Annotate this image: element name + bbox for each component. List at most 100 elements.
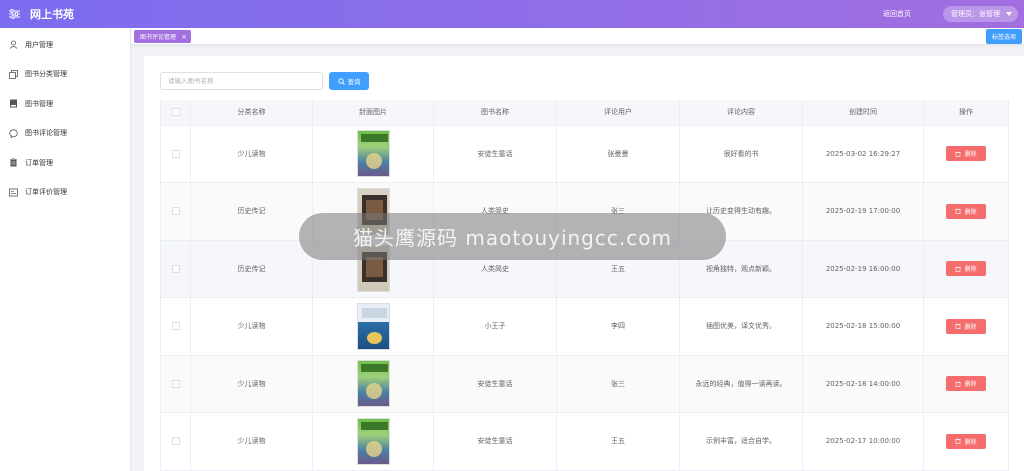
time-cell: 2025-02-18 15:00:00 <box>802 297 924 356</box>
column-header: 封面图片 <box>312 100 434 126</box>
comments-table: 分类名称 封面图片 图书名称 评论用户 评论内容 创建时间 操作 少儿读物 安徒… <box>160 100 1009 471</box>
column-header: 评论用户 <box>556 100 680 126</box>
sidebar-item-order-reviews[interactable]: 订单评价管理 <box>0 178 130 208</box>
table-row: 少儿读物 安徒生童话 王五 示例丰富，适合自学。 2025-02-17 10:0… <box>160 412 1009 471</box>
tab-book-comments[interactable]: 图书评论管理 × <box>134 30 191 43</box>
watermark-overlay: 猫头鹰源码 maotouyingcc.com <box>299 213 726 260</box>
search-icon <box>337 77 345 85</box>
admin-dropdown[interactable]: 管理员：张管理 <box>943 6 1018 22</box>
book-icon <box>8 99 18 109</box>
delete-button[interactable]: 删除 <box>946 261 986 277</box>
content-cell: 很好看的书 <box>679 125 803 183</box>
delete-label: 删除 <box>964 438 977 446</box>
book-name-cell: 安徒生童话 <box>433 355 557 413</box>
chat-bubble-icon <box>8 128 18 138</box>
delete-button[interactable]: 删除 <box>946 203 986 219</box>
caret-down-icon <box>1006 12 1012 16</box>
row-checkbox[interactable] <box>171 207 180 216</box>
table-row: 少儿读物 安徒生童话 张曼曼 很好看的书 2025-03-02 16:29:27… <box>160 125 1009 183</box>
book-name-cell: 安徒生童话 <box>433 412 557 471</box>
row-checkbox[interactable] <box>171 264 180 273</box>
book-cover-image <box>356 360 390 408</box>
delete-button[interactable]: 删除 <box>946 318 986 334</box>
close-icon[interactable]: × <box>181 33 187 41</box>
category-cell: 少儿读物 <box>190 355 313 413</box>
column-header: 分类名称 <box>190 100 313 126</box>
content-cell: 示例丰富，适合自学。 <box>679 412 803 471</box>
delete-label: 删除 <box>964 323 977 331</box>
sidebar-item-book-categories[interactable]: 图书分类管理 <box>0 60 130 90</box>
book-cover-image <box>356 417 390 465</box>
category-cell: 少儿读物 <box>190 125 313 183</box>
time-cell: 2025-03-02 16:29:27 <box>802 125 924 183</box>
time-cell: 2025-02-18 14:00:00 <box>802 355 924 413</box>
sidebar-item-book-comments[interactable]: 图书评论管理 <box>0 119 130 149</box>
time-cell: 2025-02-17 10:00:00 <box>802 412 924 471</box>
category-cell: 少儿读物 <box>190 297 313 356</box>
search-button-label: 查询 <box>347 78 361 86</box>
sidebar: 用户管理 图书分类管理 图书管理 图书评论管理 订单管理 订单评价管理 <box>0 28 131 471</box>
select-all-cell[interactable] <box>160 100 191 126</box>
time-cell: 2025-02-19 17:00:00 <box>802 182 924 241</box>
category-cell: 少儿读物 <box>190 412 313 471</box>
brand-title: 网上书苑 <box>30 8 74 21</box>
table-header-row: 分类名称 封面图片 图书名称 评论用户 评论内容 创建时间 操作 <box>160 100 1009 126</box>
user-cell: 李四 <box>556 297 680 356</box>
trash-icon <box>955 324 962 330</box>
user-icon <box>8 40 18 50</box>
trash-icon <box>955 209 962 215</box>
search-input[interactable] <box>160 72 323 90</box>
trash-icon <box>955 151 962 157</box>
row-checkbox[interactable] <box>171 379 180 388</box>
delete-label: 删除 <box>964 208 977 216</box>
menu-toggle-button[interactable] <box>0 0 28 28</box>
user-cell: 王五 <box>556 412 680 471</box>
user-cell: 张曼曼 <box>556 125 680 183</box>
trash-icon <box>955 266 962 272</box>
sidebar-item-label: 图书管理 <box>25 99 53 108</box>
sidebar-item-orders[interactable]: 订单管理 <box>0 148 130 178</box>
user-cell: 张三 <box>556 355 680 413</box>
delete-button[interactable]: 删除 <box>946 146 986 162</box>
home-link[interactable]: 返回首页 <box>883 9 911 19</box>
column-header: 操作 <box>923 100 1009 126</box>
sidebar-item-label: 图书分类管理 <box>25 70 67 79</box>
delete-label: 删除 <box>964 266 977 274</box>
content-cell: 插图优美，译文优秀。 <box>679 297 803 356</box>
column-header: 创建时间 <box>802 100 924 126</box>
sidebar-item-books[interactable]: 图书管理 <box>0 89 130 119</box>
content-cell: 永远的经典，值得一读再读。 <box>679 355 803 413</box>
sidebar-item-label: 订单评价管理 <box>25 188 67 197</box>
row-checkbox[interactable] <box>171 149 180 158</box>
delete-label: 删除 <box>964 381 977 389</box>
sidebar-item-users[interactable]: 用户管理 <box>0 30 130 60</box>
category-cell: 历史传记 <box>190 240 313 298</box>
delete-label: 删除 <box>964 151 977 159</box>
tab-options-button[interactable]: 标签选项 <box>985 29 1022 44</box>
admin-label: 管理员：张管理 <box>951 10 1000 18</box>
tab-label: 图书评论管理 <box>140 34 177 41</box>
trash-icon <box>955 381 962 387</box>
row-checkbox[interactable] <box>171 437 180 446</box>
top-header: 网上书苑 返回首页 管理员：张管理 <box>0 0 1024 28</box>
table-row: 少儿读物 小王子 李四 插图优美，译文优秀。 2025-02-18 15:00:… <box>160 297 1009 356</box>
book-cover-image <box>356 302 390 350</box>
category-cell: 历史传记 <box>190 182 313 241</box>
select-all-checkbox[interactable] <box>171 108 180 117</box>
search-button[interactable]: 查询 <box>329 72 369 90</box>
row-checkbox[interactable] <box>171 322 180 331</box>
book-name-cell: 小王子 <box>433 297 557 356</box>
delete-button[interactable]: 删除 <box>946 433 986 449</box>
column-header: 评论内容 <box>679 100 803 126</box>
sidebar-item-label: 订单管理 <box>25 158 53 167</box>
time-cell: 2025-02-19 16:00:00 <box>802 240 924 298</box>
book-name-cell: 安徒生童话 <box>433 125 557 183</box>
clipboard-icon <box>8 158 18 168</box>
sliders-icon <box>8 9 20 19</box>
column-header: 图书名称 <box>433 100 557 126</box>
delete-button[interactable]: 删除 <box>946 376 986 392</box>
book-cover-image <box>356 130 390 178</box>
tabs-bar: 图书评论管理 × 标签选项 <box>131 28 1024 45</box>
copy-icon <box>8 69 18 79</box>
table-row: 少儿读物 安徒生童话 张三 永远的经典，值得一读再读。 2025-02-18 1… <box>160 355 1009 413</box>
